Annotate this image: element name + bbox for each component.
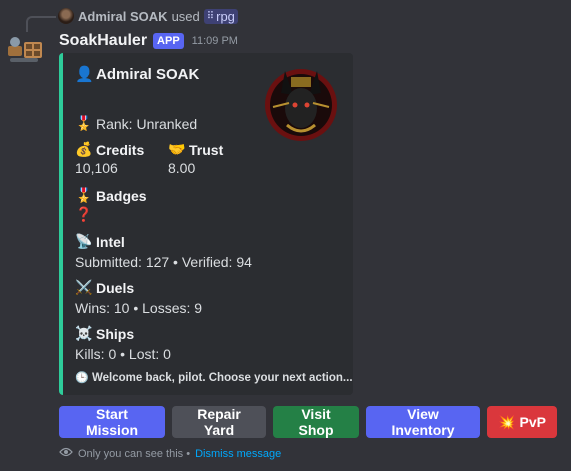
reply-avatar[interactable] xyxy=(58,8,74,24)
start-mission-button[interactable]: Start Mission xyxy=(59,406,165,438)
ships-field: ☠️ Ships Kills: 0 • Lost: 0 xyxy=(75,325,171,362)
ships-label-text: Ships xyxy=(96,325,135,342)
crossed-swords-icon: ⚔️ xyxy=(75,279,93,295)
collision-icon: 💥 xyxy=(498,413,516,430)
action-buttons: Start Mission Repair Yard Visit Shop Vie… xyxy=(59,406,557,438)
duels-label-text: Duels xyxy=(96,279,135,296)
badges-label-text: Badges xyxy=(96,187,147,204)
embed-author: 👤 Admiral SOAK xyxy=(75,65,200,84)
ephemeral-notice: Only you can see this • Dismiss message xyxy=(59,447,281,460)
embed-footer: 🕒 Welcome back, pilot. Choose your next … xyxy=(75,371,353,385)
reply-context[interactable]: Admiral SOAK used ⠿ rpg xyxy=(58,7,238,25)
eye-icon xyxy=(59,447,73,460)
handshake-icon: 🤝 xyxy=(168,141,186,157)
visit-shop-button[interactable]: Visit Shop xyxy=(273,406,359,438)
skull-crossbones-icon: ☠️ xyxy=(75,325,93,341)
rank-line: 🎖️ Rank: Unranked xyxy=(75,115,197,132)
pvp-button[interactable]: 💥 PvP xyxy=(487,406,557,438)
bot-avatar[interactable] xyxy=(6,32,46,72)
trust-value: 8.00 xyxy=(168,160,196,176)
start-mission-label: Start Mission xyxy=(85,406,139,438)
badges-label: 🎖️ Badges xyxy=(75,187,147,204)
trust-label: 🤝 Trust xyxy=(168,141,223,158)
trust-field: 🤝 Trust 8.00 xyxy=(168,141,223,176)
rank-text: Rank: Unranked xyxy=(96,115,198,132)
reply-used-text: used xyxy=(171,8,200,24)
command-mention[interactable]: ⠿ rpg xyxy=(203,8,238,24)
credits-label-text: Credits xyxy=(96,141,145,158)
visit-shop-label: Visit Shop xyxy=(298,406,334,438)
message-header: SoakHauler APP 11:09 PM xyxy=(59,30,238,52)
ephemeral-text: Only you can see this • xyxy=(78,447,191,460)
clock-icon: 🕒 xyxy=(75,372,89,384)
credits-label: 💰 Credits xyxy=(75,141,144,158)
ships-label: ☠️ Ships xyxy=(75,325,171,342)
pvp-label: PvP xyxy=(519,414,546,430)
slash-command-icon: ⠿ xyxy=(206,10,215,22)
reply-connector xyxy=(26,16,56,32)
repair-yard-button[interactable]: Repair Yard xyxy=(172,406,266,438)
footer-text: Welcome back, pilot. Choose your next ac… xyxy=(92,371,353,384)
duels-label: ⚔️ Duels xyxy=(75,279,202,296)
trust-label-text: Trust xyxy=(189,141,224,158)
user-icon: 👤 xyxy=(75,66,94,83)
badges-field: 🎖️ Badges ❓ xyxy=(75,187,147,223)
duels-field: ⚔️ Duels Wins: 10 • Losses: 9 xyxy=(75,279,202,316)
embed-thumbnail xyxy=(261,63,341,143)
medal-icon: 🎖️ xyxy=(75,187,93,203)
reply-username[interactable]: Admiral SOAK xyxy=(78,9,168,24)
intel-label-text: Intel xyxy=(96,233,125,250)
view-inventory-button[interactable]: View Inventory xyxy=(366,406,480,438)
duels-value: Wins: 10 • Losses: 9 xyxy=(75,300,203,316)
credits-value: 10,106 xyxy=(75,160,118,176)
satellite-icon: 📡 xyxy=(75,233,93,249)
command-name: rpg xyxy=(216,8,235,24)
intel-label: 📡 Intel xyxy=(75,233,252,250)
view-inventory-label: View Inventory xyxy=(391,406,455,438)
embed-card: 👤 Admiral SOAK 🎖️ Rank: Unranked 💰 Credi… xyxy=(59,53,353,395)
intel-field: 📡 Intel Submitted: 127 • Verified: 94 xyxy=(75,233,252,270)
money-bag-icon: 💰 xyxy=(75,141,93,157)
ships-value: Kills: 0 • Lost: 0 xyxy=(75,346,171,362)
repair-yard-label: Repair Yard xyxy=(197,406,241,438)
dismiss-message-link[interactable]: Dismiss message xyxy=(195,448,281,460)
bot-name[interactable]: SoakHauler xyxy=(59,32,147,50)
timestamp: 11:09 PM xyxy=(191,35,238,47)
author-name: Admiral SOAK xyxy=(96,65,200,83)
badges-value: ❓ xyxy=(75,206,93,222)
credits-field: 💰 Credits 10,106 xyxy=(75,141,144,176)
app-badge: APP xyxy=(153,33,184,49)
intel-value: Submitted: 127 • Verified: 94 xyxy=(75,254,252,270)
medal-icon: 🎖️ xyxy=(75,115,93,131)
